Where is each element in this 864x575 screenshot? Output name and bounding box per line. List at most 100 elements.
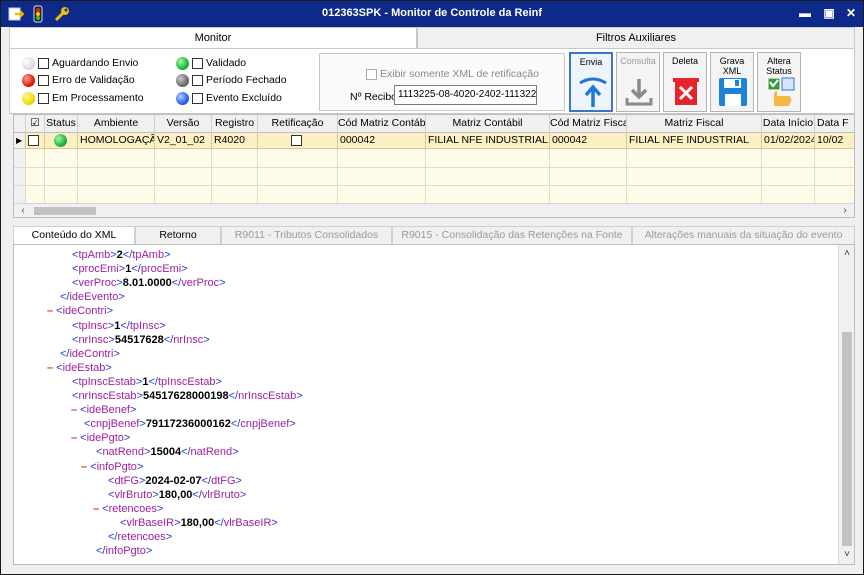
header-versao[interactable]: Versão <box>155 115 212 133</box>
validado-status-icon <box>54 134 67 147</box>
xml-tag-name: nrInscEstab <box>78 390 137 402</box>
xml-tag-name: vlrBaseIR <box>223 516 272 529</box>
header-data-inicio[interactable]: Data Início <box>762 115 815 133</box>
xml-tag-name: procEmi <box>140 263 182 276</box>
header-registro[interactable]: Registro <box>212 115 258 133</box>
xml-tag-name: tpInsc <box>129 319 160 332</box>
xml-options-box: Exibir somente XML de retificação Nº Rec… <box>319 53 565 111</box>
scroll-up-icon[interactable]: ˄ <box>839 247 854 261</box>
xml-tag-name: verProc <box>181 277 220 290</box>
xml-retificacao-checkbox[interactable] <box>366 68 377 80</box>
recibo-field[interactable]: 1113225-08-4020-2402-1113225 <box>394 85 537 105</box>
deleta-button[interactable]: Deleta <box>663 52 707 112</box>
collapse-icon[interactable]: – <box>93 503 99 515</box>
minimize-button[interactable]: ▬ <box>797 5 813 21</box>
xml-line: <nrInsc>54517628</nrInsc> <box>72 333 210 346</box>
filter-excluido-checkbox[interactable] <box>192 92 203 104</box>
row-select-checkbox[interactable] <box>28 135 39 146</box>
scroll-thumb[interactable] <box>34 207 96 215</box>
cell-matriz-fiscal: FILIAL NFE INDUSTRIAL <box>627 133 762 149</box>
restore-button[interactable]: ▣ <box>821 5 837 21</box>
window-title: 012363SPK - Monitor de Controle da Reinf <box>321 7 543 19</box>
xml-tag-name: verProc <box>78 277 117 290</box>
xml-retificacao-option[interactable]: Exibir somente XML de retificação <box>366 68 539 80</box>
envia-label: Envia <box>579 57 603 67</box>
altera-status-button[interactable]: Altera Status <box>757 52 801 112</box>
header-status[interactable]: Status <box>45 115 78 133</box>
xml-value: 8.01.0000 <box>122 277 172 290</box>
collapse-icon[interactable]: – <box>47 362 53 374</box>
tab-retorno[interactable]: Retorno <box>135 226 221 244</box>
tab-alteracoes-manuais[interactable]: Alterações manuais da situação do evento <box>632 226 855 244</box>
xml-tag-name: idePgto <box>86 432 124 445</box>
xml-tag-name: nrInscEstab <box>238 390 297 402</box>
xml-line: <vlrBruto>180,00</vlrBruto> <box>108 488 247 501</box>
xml-content-panel[interactable]: <tpAmb>2</tpAmb> <procEmi>1</procEmi> <ver… <box>13 244 855 565</box>
tab-filtros-auxiliares[interactable]: Filtros Auxiliares <box>417 27 855 48</box>
cell-ambiente: HOMOLOGAÇÃO <box>78 133 155 149</box>
table-row[interactable]: ▶ HOMOLOGAÇÃO V2_01_02 R4020 000042 FILI… <box>14 133 854 149</box>
gray-status-icon <box>22 56 35 70</box>
header-data-fim[interactable]: Data F <box>815 115 854 133</box>
grava-xml-label-2: XML <box>722 66 742 76</box>
filter-erro-checkbox[interactable] <box>38 74 49 86</box>
header-matriz-fiscal[interactable]: Matriz Fiscal <box>627 115 762 133</box>
xml-tag-name: vlrBruto <box>114 488 153 501</box>
scroll-thumb[interactable] <box>842 332 852 546</box>
recibo-label: Nº Recibo: <box>350 91 400 103</box>
grid-horizontal-scrollbar[interactable]: ‹ › <box>14 203 854 217</box>
collapse-icon[interactable]: – <box>47 305 53 317</box>
green-status-icon <box>176 56 189 70</box>
scroll-right-icon[interactable]: › <box>838 204 852 217</box>
xml-tag-name: tpInscEstab <box>157 375 216 388</box>
row-retificacao-checkbox[interactable] <box>290 135 302 146</box>
consulta-label: Consulta <box>620 56 656 66</box>
xml-value: 79117236000162 <box>145 418 231 431</box>
xml-tag-name: retencoes <box>117 531 166 543</box>
legend-excluido-label: Evento Excluído <box>206 92 282 104</box>
xml-vertical-scrollbar[interactable]: ˄ ˅ <box>838 245 854 564</box>
header-retificacao[interactable]: Retificação <box>258 115 338 133</box>
xml-tag-name: ideContri <box>62 305 107 318</box>
filter-validado-checkbox[interactable] <box>192 57 203 69</box>
envia-button[interactable]: Envia <box>569 52 613 112</box>
scroll-down-icon[interactable]: ˅ <box>839 548 854 562</box>
download-icon <box>625 79 653 106</box>
grava-xml-button[interactable]: Grava XML <box>710 52 754 112</box>
xml-line: </ideContri> <box>60 347 120 360</box>
xml-line: – <ideEstab> <box>47 361 112 374</box>
top-tabs: Monitor Filtros Auxiliares <box>9 27 855 48</box>
xml-value: 54517628 <box>114 333 164 346</box>
xml-tag-name: infoPgto <box>105 545 146 558</box>
legend-aguardando-label: Aguardando Envio <box>52 57 139 69</box>
header-cod-matriz-contabil[interactable]: Cód Matriz Contábil <box>338 115 426 133</box>
xml-line: – <infoPgto> <box>81 460 144 473</box>
header-ambiente[interactable]: Ambiente <box>78 115 155 133</box>
collapse-icon[interactable]: – <box>71 404 77 416</box>
xml-value: 180,00 <box>180 516 215 529</box>
header-select-all[interactable]: ☑ <box>26 115 45 133</box>
tab-r9015[interactable]: R9015 - Consolidação das Retenções na Fo… <box>392 226 632 244</box>
xml-line: <tpInscEstab>1</tpInscEstab> <box>72 375 222 388</box>
eventos-grid: ☑ Status Ambiente Versão Registro Retifi… <box>13 114 855 218</box>
filter-fechado-checkbox[interactable] <box>192 74 203 86</box>
header-matriz-contabil[interactable]: Matriz Contábil <box>426 115 550 133</box>
tab-monitor[interactable]: Monitor <box>9 27 417 48</box>
collapse-icon[interactable]: – <box>81 461 87 473</box>
tab-conteudo-xml[interactable]: Conteúdo do XML <box>13 226 135 244</box>
tab-r9011[interactable]: R9011 - Tributos Consolidados <box>221 226 392 244</box>
legend-aguardando: Aguardando Envio <box>22 56 138 70</box>
scroll-left-icon[interactable]: ‹ <box>16 204 30 217</box>
consulta-button[interactable]: Consulta <box>616 52 660 112</box>
dark-gray-status-icon <box>176 73 189 87</box>
xml-line: </ideEvento> <box>60 291 125 304</box>
xml-line: <dtFG>2024-02-07</dtFG> <box>108 474 242 487</box>
collapse-icon[interactable]: – <box>71 432 77 444</box>
header-cod-matriz-fiscal[interactable]: Cód Matriz Fiscal <box>550 115 627 133</box>
filter-processamento-checkbox[interactable] <box>38 92 49 104</box>
legend-erro-label: Erro de Validação <box>52 74 135 86</box>
yellow-status-icon <box>22 91 35 105</box>
filter-aguardando-checkbox[interactable] <box>38 57 49 69</box>
close-button[interactable]: ✕ <box>843 5 859 21</box>
xml-tag-name: natRend <box>190 446 233 459</box>
